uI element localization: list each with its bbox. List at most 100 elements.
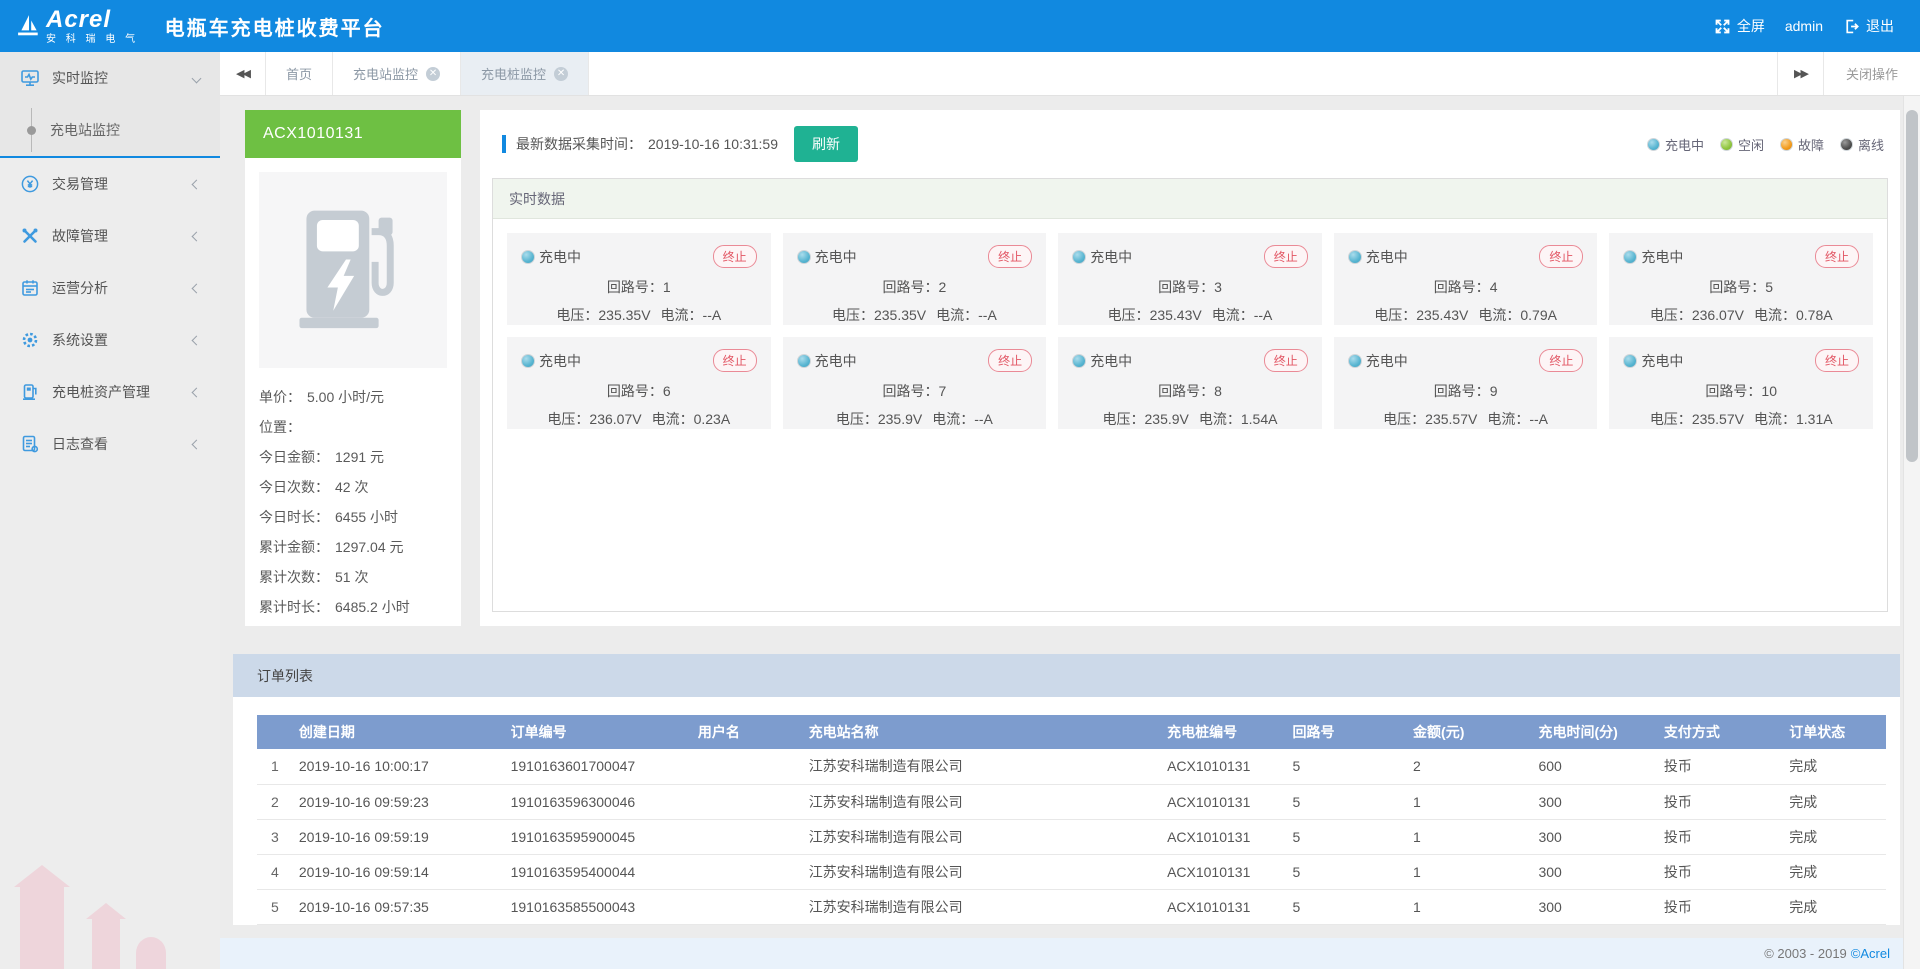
fullscreen-icon bbox=[1714, 18, 1731, 35]
sidebar-item-transactions[interactable]: 交易管理 bbox=[0, 158, 220, 210]
stat-location: 位置： bbox=[259, 412, 447, 442]
stat-total-duration: 累计时长：6485.2 小时 bbox=[259, 592, 447, 622]
sidebar-item-label: 日志查看 bbox=[52, 434, 108, 454]
logout-label: 退出 bbox=[1866, 16, 1894, 36]
logout-button[interactable]: 退出 bbox=[1843, 16, 1894, 36]
terminate-button[interactable]: 终止 bbox=[1264, 245, 1308, 268]
submenu-dot-icon bbox=[27, 126, 36, 135]
scrollbar-thumb[interactable] bbox=[1906, 110, 1918, 462]
sidebar-item-settings[interactable]: 系统设置 bbox=[0, 314, 220, 366]
close-operations-menu[interactable]: 关闭操作 bbox=[1823, 52, 1920, 95]
channel-status: 充电中 bbox=[1366, 247, 1408, 267]
copyright-text: © 2003 - 2019 bbox=[1764, 946, 1847, 961]
pile-asset-icon bbox=[20, 382, 40, 402]
channel-card: 充电中终止回路号：7电压：235.9V电流：--A bbox=[783, 337, 1047, 429]
chevron-left-icon bbox=[192, 283, 202, 293]
channel-status: 充电中 bbox=[1641, 351, 1683, 371]
charging-pile-icon bbox=[289, 206, 417, 334]
col-created: 创建日期 bbox=[293, 715, 505, 749]
terminate-button[interactable]: 终止 bbox=[713, 349, 757, 372]
top-header: Acrel 安 科 瑞 电 气 电瓶车充电桩收费平台 全屏 admin 退出 bbox=[0, 0, 1920, 52]
orders-table: 创建日期 订单编号 用户名 充电站名称 充电桩编号 回路号 金额(元) 充电时间… bbox=[257, 715, 1886, 925]
user-menu[interactable]: admin bbox=[1785, 18, 1823, 34]
chevron-left-icon bbox=[192, 335, 202, 345]
acrel-logo: Acrel 安 科 瑞 电 气 bbox=[18, 8, 139, 45]
tab-home[interactable]: 首页 bbox=[266, 52, 333, 95]
sidebar-item-faults[interactable]: 故障管理 bbox=[0, 210, 220, 262]
charging-status-icon bbox=[797, 250, 811, 264]
channel-meter: 电压：235.43V电流：0.79A bbox=[1348, 305, 1584, 325]
sidebar-item-logs[interactable]: 日志查看 bbox=[0, 418, 220, 470]
device-stats: 单价：5.00 小时/元 位置： 今日金额：1291 元 今日次数：42 次 今… bbox=[259, 382, 447, 622]
col-status: 订单状态 bbox=[1783, 715, 1886, 749]
table-row: 42019-10-16 09:59:141910163595400044江苏安科… bbox=[257, 854, 1886, 889]
tab-label: 充电桩监控 bbox=[481, 64, 546, 83]
logo-text-en: Acrel bbox=[46, 8, 139, 32]
circuit-number: 回路号：8 bbox=[1072, 381, 1308, 401]
channel-meter: 电压：236.07V电流：0.23A bbox=[521, 409, 757, 429]
acrel-link[interactable]: ©Acrel bbox=[1851, 946, 1890, 961]
idle-status-icon bbox=[1720, 138, 1733, 151]
device-image-placeholder bbox=[259, 172, 447, 368]
tabs-scroll-right-button[interactable]: ▶▶ bbox=[1777, 52, 1823, 95]
main-content: ACX1010131 bbox=[220, 96, 1920, 938]
stat-today-amount: 今日金额：1291 元 bbox=[259, 442, 447, 472]
sidebar-item-label: 交易管理 bbox=[52, 174, 108, 194]
terminate-button[interactable]: 终止 bbox=[713, 245, 757, 268]
city-watermark bbox=[0, 819, 220, 969]
circuit-number: 回路号：7 bbox=[797, 381, 1033, 401]
terminate-button[interactable]: 终止 bbox=[1815, 349, 1859, 372]
terminate-button[interactable]: 终止 bbox=[1264, 349, 1308, 372]
analysis-icon bbox=[20, 278, 40, 298]
tab-close-icon[interactable]: ✕ bbox=[426, 67, 440, 81]
channel-card: 充电中终止回路号：10电压：235.57V电流：1.31A bbox=[1609, 337, 1873, 429]
channel-card: 充电中终止回路号：2电压：235.35V电流：--A bbox=[783, 233, 1047, 325]
channel-status: 充电中 bbox=[1090, 351, 1132, 371]
sidebar-item-label: 故障管理 bbox=[52, 226, 108, 246]
stat-total-amount: 累计金额：1297.04 元 bbox=[259, 532, 447, 562]
vertical-scrollbar[interactable] bbox=[1903, 96, 1920, 969]
terminate-button[interactable]: 终止 bbox=[988, 349, 1032, 372]
table-row: 32019-10-16 09:59:191910163595900045江苏安科… bbox=[257, 819, 1886, 854]
sidebar-item-analytics[interactable]: 运营分析 bbox=[0, 262, 220, 314]
tabs-scroll-left-button[interactable]: ◀◀ bbox=[220, 52, 266, 95]
channel-status: 充电中 bbox=[539, 351, 581, 371]
circuit-number: 回路号：1 bbox=[521, 277, 757, 297]
tab-close-icon[interactable]: ✕ bbox=[554, 67, 568, 81]
collect-time-value: 2019-10-16 10:31:59 bbox=[648, 136, 778, 152]
username: admin bbox=[1785, 18, 1823, 34]
channel-card: 充电中 终止回路号：6 电压：236.07V电流：0.23A bbox=[507, 337, 771, 429]
device-summary-panel: ACX1010131 bbox=[245, 110, 461, 626]
channel-meter: 电压：235.43V电流：--A bbox=[1072, 305, 1308, 325]
sail-logo-icon bbox=[18, 14, 40, 38]
col-user: 用户名 bbox=[692, 715, 803, 749]
stat-unit-price: 单价：5.00 小时/元 bbox=[259, 382, 447, 412]
terminate-button[interactable]: 终止 bbox=[1539, 349, 1583, 372]
col-index bbox=[257, 715, 293, 749]
terminate-button[interactable]: 终止 bbox=[1539, 245, 1583, 268]
circuit-number: 回路号：6 bbox=[521, 381, 757, 401]
channel-card: 充电中终止回路号：3电压：235.43V电流：--A bbox=[1058, 233, 1322, 325]
channel-status: 充电中 bbox=[1090, 247, 1132, 267]
channel-status: 充电中 bbox=[815, 351, 857, 371]
charging-status-icon bbox=[797, 354, 811, 368]
circuit-number: 回路号：2 bbox=[797, 277, 1033, 297]
sidebar-item-realtime-monitor[interactable]: 实时监控 bbox=[0, 52, 220, 104]
table-row: 22019-10-16 09:59:231910163596300046江苏安科… bbox=[257, 784, 1886, 819]
sidebar-item-pile-assets[interactable]: 充电桩资产管理 bbox=[0, 366, 220, 418]
col-pile: 充电桩编号 bbox=[1161, 715, 1286, 749]
terminate-button[interactable]: 终止 bbox=[988, 245, 1032, 268]
refresh-button[interactable]: 刷新 bbox=[794, 126, 858, 162]
col-circuit: 回路号 bbox=[1287, 715, 1408, 749]
chevron-left-icon bbox=[192, 179, 202, 189]
sidebar-subitem-station-monitor[interactable]: 充电站监控 bbox=[0, 104, 220, 156]
fullscreen-button[interactable]: 全屏 bbox=[1714, 16, 1765, 36]
tab-station-monitor[interactable]: 充电站监控 ✕ bbox=[333, 52, 461, 95]
table-header-row: 创建日期 订单编号 用户名 充电站名称 充电桩编号 回路号 金额(元) 充电时间… bbox=[257, 715, 1886, 749]
tab-pile-monitor[interactable]: 充电桩监控 ✕ bbox=[461, 52, 589, 95]
table-row: 12019-10-16 10:00:171910163601700047江苏安科… bbox=[257, 749, 1886, 784]
channel-meter: 电压：235.35V电流：--A bbox=[797, 305, 1033, 325]
terminate-button[interactable]: 终止 bbox=[1815, 245, 1859, 268]
realtime-data-title: 实时数据 bbox=[493, 179, 1887, 219]
logo-text-cn: 安 科 瑞 电 气 bbox=[46, 35, 139, 45]
